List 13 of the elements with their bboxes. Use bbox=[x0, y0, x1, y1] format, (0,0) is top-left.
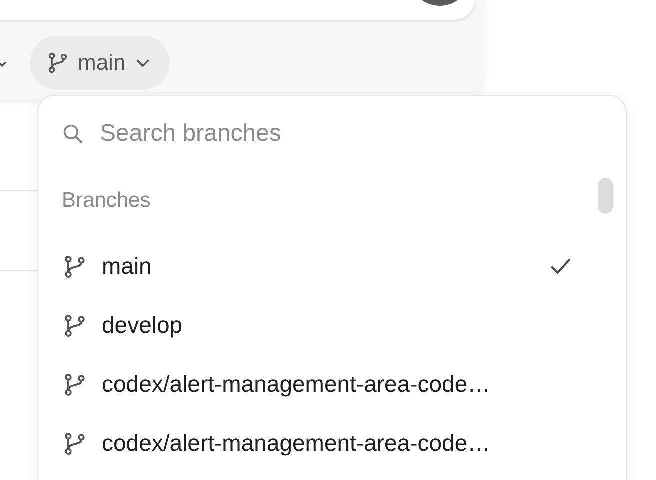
branch-icon bbox=[46, 51, 70, 75]
branch-icon bbox=[62, 254, 88, 280]
search-icon bbox=[62, 123, 84, 145]
branch-icon bbox=[62, 372, 88, 398]
branch-item[interactable]: codex/alert-management-area-code… bbox=[62, 355, 602, 414]
branch-icon bbox=[62, 312, 88, 338]
branch-item[interactable]: main bbox=[62, 237, 602, 296]
scrollbar-thumb[interactable] bbox=[598, 178, 613, 214]
branch-icon bbox=[62, 430, 88, 456]
branch-item[interactable]: develop bbox=[62, 296, 602, 355]
branch-item[interactable]: codex/alert-management-area-code… bbox=[62, 414, 602, 473]
section-title: Branches bbox=[62, 188, 152, 214]
branch-button[interactable]: main bbox=[30, 36, 170, 90]
